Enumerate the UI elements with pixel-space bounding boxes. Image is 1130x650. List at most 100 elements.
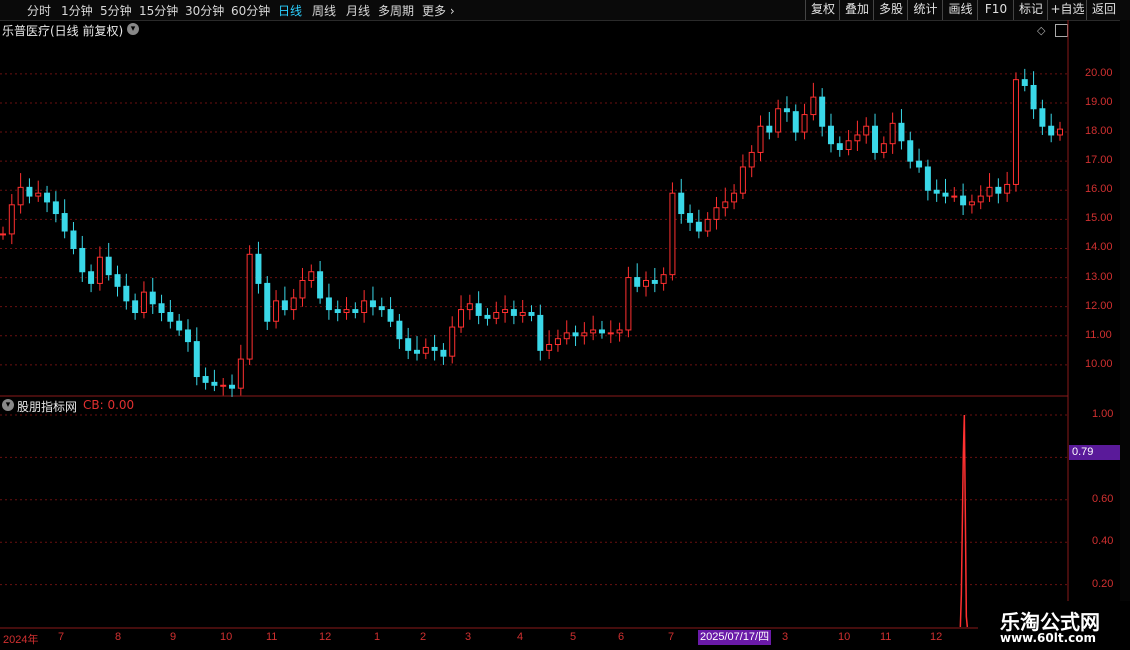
price-axis-tick: 16.00 <box>1085 183 1113 196</box>
candle-body <box>528 312 535 316</box>
candle-body <box>537 314 544 351</box>
candle-body <box>590 329 597 334</box>
candle-body <box>748 151 755 168</box>
date-axis-tick: 10 <box>220 631 233 643</box>
candle-body <box>916 160 923 168</box>
candle-body <box>783 108 790 113</box>
candle-body <box>554 338 561 346</box>
indicator-spike <box>959 414 969 628</box>
candle-body <box>308 271 315 281</box>
candle-body <box>290 297 297 311</box>
date-axis-tick: 2 <box>420 631 427 643</box>
candle-body <box>968 201 975 206</box>
candle-body <box>669 192 676 276</box>
candle-body <box>810 96 817 116</box>
candle-body <box>651 279 658 284</box>
candle-body <box>149 291 156 305</box>
candle-body <box>678 192 685 215</box>
candle-body <box>26 186 33 197</box>
cursor-value-badge: 0.79 <box>1069 445 1123 460</box>
price-axis-tick: 11.00 <box>1085 328 1112 341</box>
candle-body <box>343 309 350 314</box>
candle-body <box>933 189 940 194</box>
candle-body <box>1039 108 1046 127</box>
date-axis-tick: 12 <box>319 631 332 643</box>
candle-body <box>854 134 861 142</box>
candle-body <box>378 306 385 311</box>
candle-body <box>502 309 509 314</box>
candle-body <box>713 207 720 220</box>
candle-body <box>105 256 112 276</box>
candle-body <box>202 376 209 383</box>
candle-body <box>827 125 834 145</box>
candle-body <box>819 96 826 127</box>
candle-body <box>413 349 420 354</box>
candle-body <box>484 314 491 319</box>
candle-body <box>907 140 914 162</box>
candle-body <box>872 125 879 153</box>
candle-body <box>132 300 139 314</box>
candle-body <box>167 312 174 322</box>
date-axis-tick: 1 <box>374 631 381 643</box>
candle-body <box>458 309 465 328</box>
price-axis-tick: 15.00 <box>1085 212 1113 225</box>
candle-body <box>325 297 332 311</box>
date-axis-tick: 7 <box>58 631 65 643</box>
candle-body <box>61 213 68 232</box>
candle-body <box>88 271 95 284</box>
candle-body <box>801 114 808 133</box>
date-axis-tick: 4 <box>517 631 524 643</box>
candle-body <box>440 349 447 357</box>
candle-body <box>352 309 359 314</box>
candle-body <box>44 192 51 203</box>
candle-body <box>220 384 227 387</box>
candle-body <box>845 140 852 151</box>
candle-body <box>466 303 473 311</box>
date-axis-tick: 10 <box>838 631 851 643</box>
price-axis-tick: 19.00 <box>1085 95 1113 108</box>
indicator-menu-chevron-icon[interactable]: ▾ <box>2 399 14 411</box>
candle-body <box>176 320 183 331</box>
candle-body <box>1057 128 1063 136</box>
price-chart[interactable] <box>0 0 1130 650</box>
candle-body <box>563 332 570 340</box>
candle-body <box>405 338 412 351</box>
candle-body <box>70 230 77 249</box>
price-axis-tick: 20.00 <box>1085 66 1113 79</box>
candle-body <box>369 300 376 308</box>
candle-body <box>889 122 896 145</box>
candle-body <box>687 213 694 223</box>
price-axis-tick: 17.00 <box>1085 154 1113 167</box>
candle-body <box>704 218 711 232</box>
indicator-cb-value: CB: 0.00 <box>83 398 135 412</box>
date-axis-tick: 11 <box>266 631 278 643</box>
indicator-title: 股朋指标网 <box>17 400 78 414</box>
date-axis-tick: 7 <box>668 631 675 643</box>
candle-body <box>96 256 103 284</box>
candle-body <box>898 122 905 142</box>
candle-body <box>52 201 59 215</box>
candle-body <box>1012 79 1019 185</box>
candle-body <box>951 195 958 198</box>
candle-body <box>924 166 931 191</box>
candle-body <box>17 186 24 206</box>
date-axis-tick: 2024年 <box>3 634 39 646</box>
candle-body <box>739 166 746 194</box>
candle-body <box>396 320 403 340</box>
candle-body <box>114 274 121 287</box>
date-axis-tick: 3 <box>782 631 789 643</box>
candle-body <box>8 204 15 235</box>
candle-body <box>942 192 949 197</box>
candle-body <box>731 192 738 203</box>
candle-body <box>0 233 6 236</box>
price-axis-tick: 13.00 <box>1085 270 1113 283</box>
candle-body <box>229 384 236 389</box>
date-axis-tick: 12 <box>930 631 943 643</box>
watermark-url: www.60lt.com <box>1000 631 1097 645</box>
date-axis-tick: 5 <box>570 631 577 643</box>
candle-body <box>836 143 843 151</box>
date-axis-tick: 9 <box>170 631 177 643</box>
date-axis-tick: 8 <box>115 631 122 643</box>
candle-body <box>449 326 456 357</box>
candle-body <box>766 125 773 133</box>
